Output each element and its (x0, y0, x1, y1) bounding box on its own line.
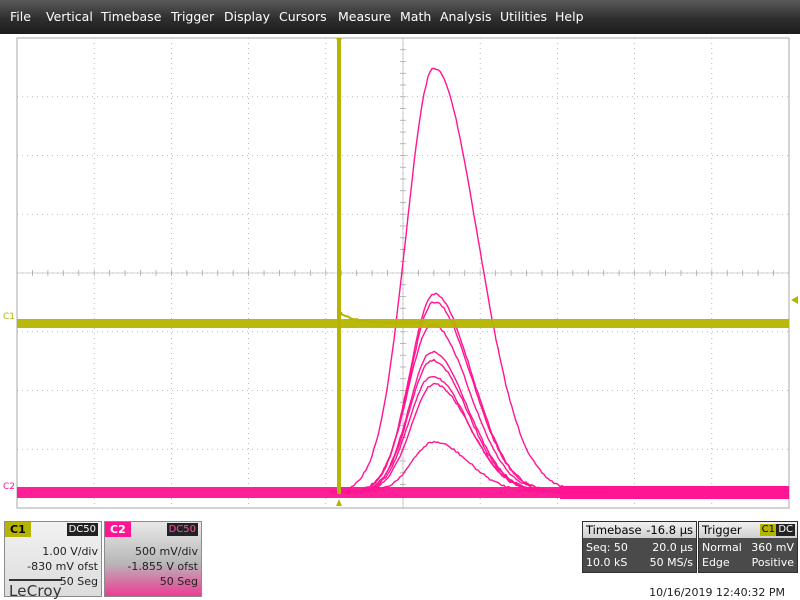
menu-file[interactable]: File (10, 0, 31, 34)
menu-trigger[interactable]: Trigger (171, 0, 214, 34)
trigger-level: 360 mV (751, 541, 794, 554)
timebase-delay: -16.8 µs (646, 523, 693, 537)
menu-bar: File Vertical Timebase Trigger Display C… (0, 0, 800, 34)
c1-offset: -830 mV ofst (27, 560, 98, 573)
waveform-grid: C1 C2 (3, 37, 798, 509)
trigger-mode: Normal (702, 541, 742, 554)
c1-tag: C1 (5, 522, 31, 537)
c2-ground-marker[interactable]: C2 (3, 482, 15, 492)
c2-scale: 500 mV/div (135, 545, 198, 558)
menu-display[interactable]: Display (224, 0, 270, 34)
menu-utilities[interactable]: Utilities (500, 0, 547, 34)
c2-descriptor-header: C2 DC50 (105, 522, 201, 537)
menu-cursors[interactable]: Cursors (279, 0, 327, 34)
c1-coupling: DC50 (66, 523, 98, 536)
menu-analysis[interactable]: Analysis (440, 0, 492, 34)
trigger-type: Edge (702, 556, 730, 569)
trigger-time-marker-bottom[interactable] (336, 499, 342, 506)
menu-measure[interactable]: Measure (338, 0, 391, 34)
trigger-header: Trigger C1 DC (699, 522, 797, 538)
trigger-source: C1 (759, 524, 777, 536)
trigger-slope: Positive (751, 556, 794, 569)
datetime-readout: 10/16/2019 12:40:32 PM (649, 586, 785, 599)
c2-offset: -1.855 V ofst (127, 560, 198, 573)
c2-segments: 50 Seg (159, 575, 198, 588)
trigger-title: Trigger (702, 523, 742, 537)
menu-help[interactable]: Help (555, 0, 584, 34)
scope-display: C1 C2 (0, 34, 800, 514)
trigger-coupling: DC (776, 524, 795, 536)
c1-ground-marker[interactable]: C1 (3, 312, 15, 322)
menu-math[interactable]: Math (400, 0, 431, 34)
lecroy-logo: LeCroy (9, 579, 62, 600)
c2-tag: C2 (105, 522, 131, 537)
menu-vertical[interactable]: Vertical (46, 0, 93, 34)
timebase-per-div: 20.0 µs (652, 541, 693, 554)
c2-marker-label: C2 (3, 482, 15, 492)
c2-coupling: DC50 (166, 523, 198, 536)
c1-segments: 50 Seg (59, 575, 98, 588)
trigger-descriptor[interactable]: Trigger C1 DC Normal 360 mV Edge Positiv… (698, 521, 798, 573)
timebase-samples: 10.0 kS (586, 556, 628, 569)
timebase-descriptor[interactable]: Timebase -16.8 µs Seq: 50 20.0 µs 10.0 k… (582, 521, 697, 573)
c2-descriptor[interactable]: C2 DC50 500 mV/div -1.855 V ofst 50 Seg (104, 521, 202, 597)
c1-marker-label: C1 (3, 312, 15, 322)
timebase-header: Timebase -16.8 µs (583, 522, 696, 538)
c1-descriptor-header: C1 DC50 (5, 522, 101, 537)
trigger-time-marker-top[interactable] (336, 38, 342, 44)
c1-scale: 1.00 V/div (42, 545, 98, 558)
menu-timebase[interactable]: Timebase (101, 0, 161, 34)
timebase-rate: 50 MS/s (649, 556, 693, 569)
trigger-level-marker[interactable] (791, 296, 798, 304)
timebase-title: Timebase (586, 523, 642, 537)
status-panel: C1 DC50 1.00 V/div -830 mV ofst 50 Seg C… (0, 514, 800, 600)
timebase-seq: Seq: 50 (586, 541, 628, 554)
